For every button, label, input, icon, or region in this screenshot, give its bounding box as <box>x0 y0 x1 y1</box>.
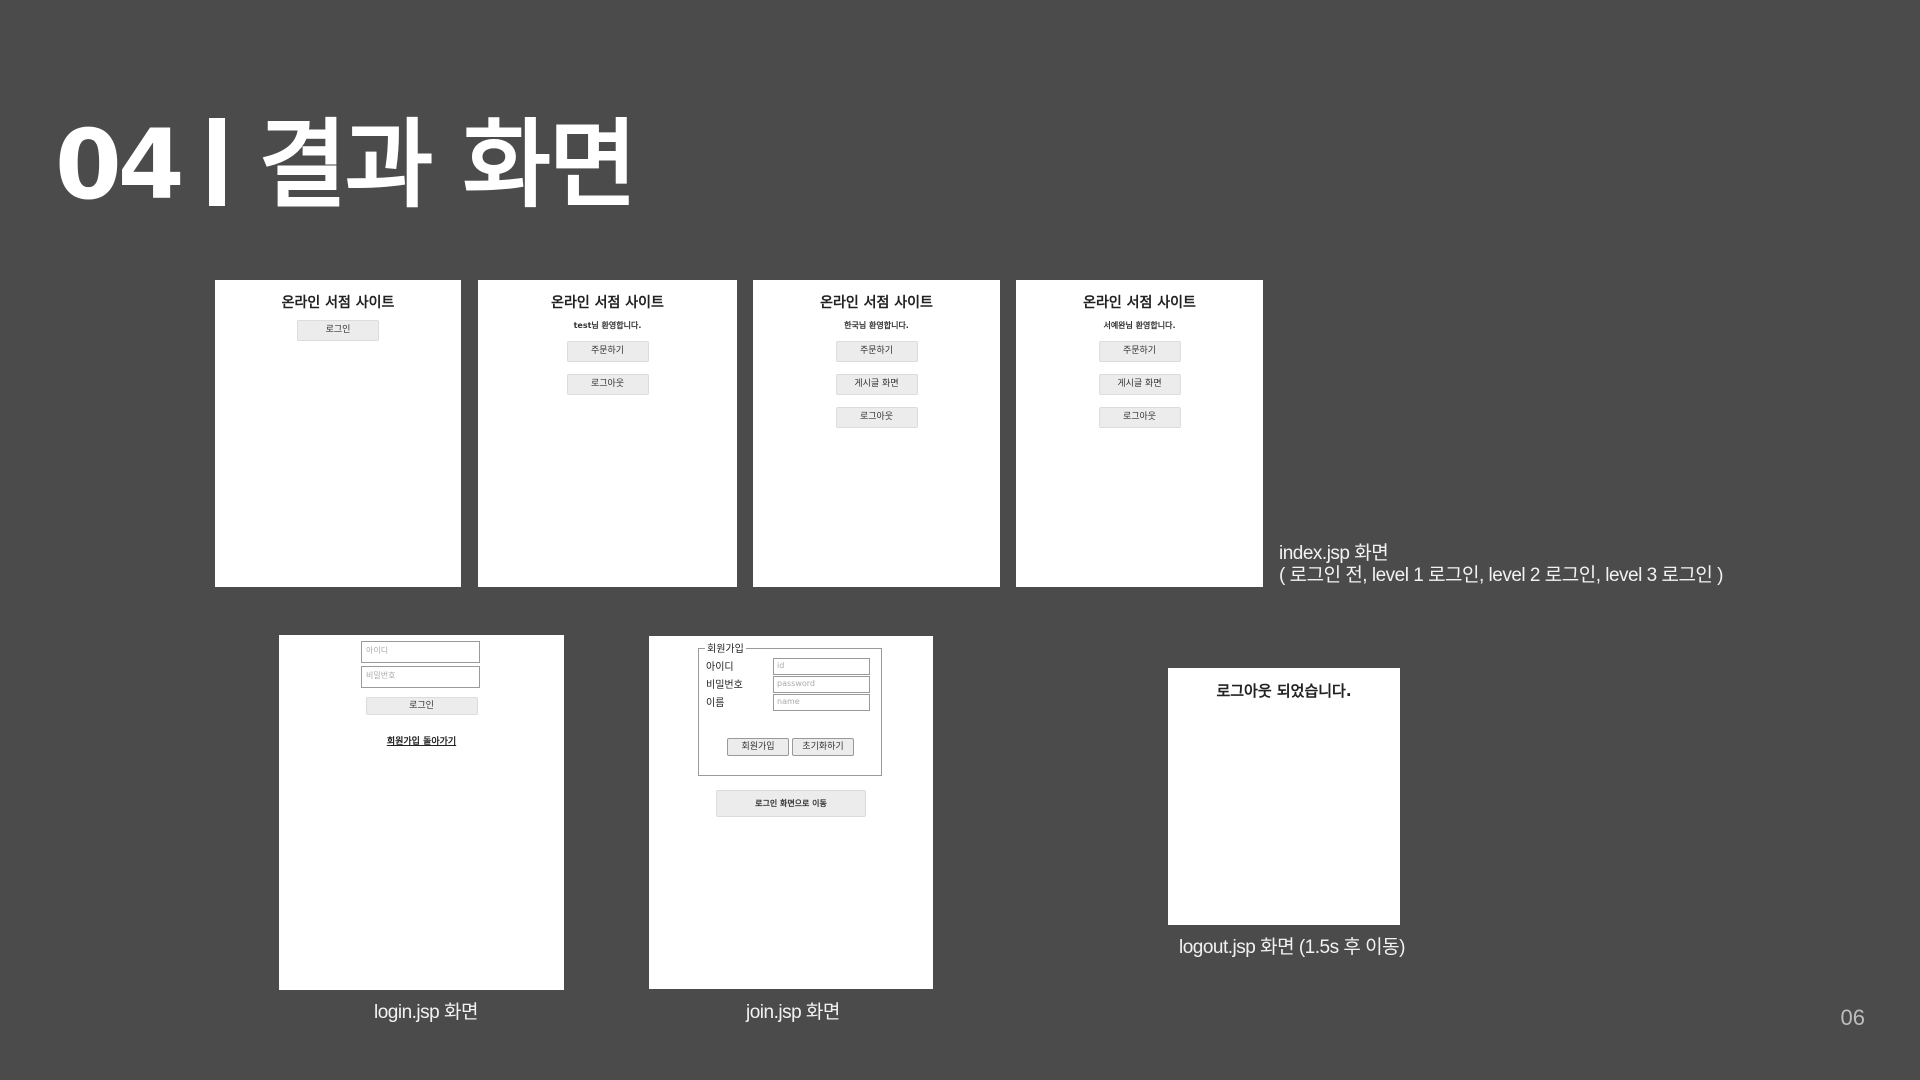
index-screen-level2: 온라인 서점 사이트 한국님 환영합니다. 주문하기 게시글 화면 로그아웃 <box>753 280 1000 587</box>
slide-heading: 결과 화면 <box>258 109 638 221</box>
login-submit-button[interactable]: 로그인 <box>365 697 478 715</box>
logout-button[interactable]: 로그아웃 <box>835 407 918 428</box>
logout-message: 로그아웃 되었습니다. <box>1216 682 1352 700</box>
name-field[interactable]: name <box>773 694 870 711</box>
logout-button[interactable]: 로그아웃 <box>566 374 649 395</box>
site-title: 온라인 서점 사이트 <box>820 295 933 311</box>
slide-title: 04 결과 화면 <box>55 105 638 225</box>
login-screen: 아이디 비밀번호 로그인 회원가입 돌아가기 <box>279 635 564 990</box>
password-input[interactable]: 비밀번호 <box>361 666 480 688</box>
order-button[interactable]: 주문하기 <box>835 341 918 362</box>
order-button[interactable]: 주문하기 <box>1098 341 1181 362</box>
join-screen: 회원가입 아이디 비밀번호 이름 id password name 회원가입 초… <box>649 636 933 989</box>
page-number: 06 <box>1840 1005 1865 1030</box>
index-screen-before-login: 온라인 서점 사이트 로그인 <box>215 280 461 587</box>
login-caption: login.jsp 화면 <box>374 1002 478 1023</box>
index-caption-line2: ( 로그인 전, level 1 로그인, level 2 로그인, level… <box>1279 565 1724 586</box>
go-login-button[interactable]: 로그인 화면으로 이동 <box>716 790 866 817</box>
join-legend: 회원가입 <box>705 640 746 655</box>
site-title: 온라인 서점 사이트 <box>1083 295 1196 311</box>
welcome-message: 서예완님 환영합니다. <box>1103 321 1176 330</box>
board-button[interactable]: 게시글 화면 <box>835 374 918 395</box>
slide-number: 04 <box>55 109 185 221</box>
password-field[interactable]: password <box>773 676 870 693</box>
join-submit-button[interactable]: 회원가입 <box>727 738 789 756</box>
join-back-link[interactable]: 회원가입 돌아가기 <box>279 734 564 747</box>
site-title: 온라인 서점 사이트 <box>281 295 395 311</box>
id-input[interactable]: 아이디 <box>361 641 480 663</box>
index-screen-level1: 온라인 서점 사이트 test님 환영합니다. 주문하기 로그아웃 <box>478 280 737 587</box>
join-caption: join.jsp 화면 <box>746 1002 840 1023</box>
site-title: 온라인 서점 사이트 <box>551 295 664 311</box>
board-button[interactable]: 게시글 화면 <box>1098 374 1181 395</box>
welcome-message: 한국님 환영합니다. <box>844 321 909 330</box>
order-button[interactable]: 주문하기 <box>566 341 649 362</box>
login-button[interactable]: 로그인 <box>297 320 379 341</box>
title-divider <box>208 118 225 206</box>
logout-caption: logout.jsp 화면 (1.5s 후 이동) <box>1179 937 1405 958</box>
id-label: 아이디 <box>706 662 734 673</box>
logout-screen: 로그아웃 되었습니다. <box>1168 668 1400 925</box>
id-field[interactable]: id <box>773 658 870 675</box>
reset-button[interactable]: 초기화하기 <box>792 738 854 756</box>
name-label: 이름 <box>706 698 725 709</box>
logout-button[interactable]: 로그아웃 <box>1098 407 1181 428</box>
index-screen-level3: 온라인 서점 사이트 서예완님 환영합니다. 주문하기 게시글 화면 로그아웃 <box>1016 280 1263 587</box>
welcome-message: test님 환영합니다. <box>573 321 642 330</box>
password-label: 비밀번호 <box>706 680 743 691</box>
